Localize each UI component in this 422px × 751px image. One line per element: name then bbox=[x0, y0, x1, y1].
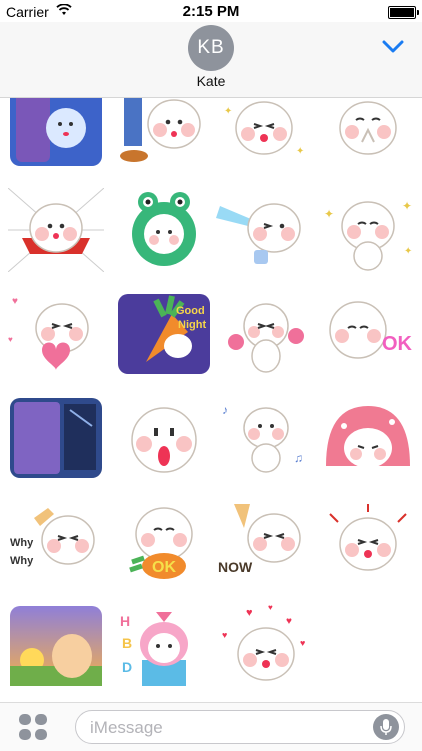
svg-text:♥: ♥ bbox=[8, 335, 13, 344]
sticker-bunny-clapping[interactable] bbox=[320, 98, 416, 168]
sticker-text-now: NOW bbox=[218, 559, 253, 575]
battery-icon bbox=[388, 6, 419, 19]
microphone-button[interactable] bbox=[373, 714, 399, 740]
svg-text:♥: ♥ bbox=[246, 607, 253, 619]
sticker-text-b: B bbox=[122, 635, 132, 651]
sticker-text-d: D bbox=[122, 659, 132, 675]
sticker-grid: ✦ ✦ ✦ ✦ ✦ ♥ ♥ Good Night OK ♪ ♫ Why Why … bbox=[0, 98, 422, 702]
sticker-bunny-ok-carrot[interactable]: OK bbox=[116, 500, 212, 584]
sticker-bunny-sunset[interactable] bbox=[8, 604, 104, 688]
sticker-text-ok-carrot: OK bbox=[152, 559, 176, 576]
svg-text:✦: ✦ bbox=[296, 146, 304, 157]
sticker-bunny-heart[interactable]: ♥ ♥ bbox=[8, 292, 104, 376]
sticker-text-h: H bbox=[120, 613, 130, 629]
sticker-bunny-dancing[interactable]: ♪ ♫ bbox=[216, 396, 312, 480]
status-time: 2:15 PM bbox=[182, 3, 240, 20]
sticker-bunny-ok[interactable]: OK bbox=[320, 292, 416, 376]
svg-text:♥: ♥ bbox=[222, 630, 227, 640]
svg-text:♥: ♥ bbox=[286, 616, 292, 627]
chevron-down-icon[interactable] bbox=[382, 40, 404, 54]
microphone-icon bbox=[380, 719, 392, 735]
sticker-curtain-night[interactable] bbox=[8, 396, 104, 480]
sticker-bunny-shocked[interactable] bbox=[116, 396, 212, 480]
sticker-text-why-2: Why bbox=[10, 555, 34, 567]
sticker-good-night-carrot[interactable]: Good Night bbox=[116, 292, 212, 376]
sticker-bunny-water-spray[interactable] bbox=[216, 188, 312, 272]
imessage-field-container[interactable] bbox=[75, 710, 405, 744]
svg-text:✦: ✦ bbox=[224, 106, 232, 117]
sticker-text-ok: OK bbox=[382, 333, 413, 355]
sticker-bunny-jeans[interactable] bbox=[116, 98, 212, 168]
sticker-bunny-blanket[interactable] bbox=[320, 396, 416, 480]
sticker-bunny-excited[interactable] bbox=[320, 500, 416, 584]
sticker-curtain-window[interactable] bbox=[8, 98, 104, 168]
sticker-text-night: Night bbox=[178, 319, 206, 331]
sticker-bunny-why-bat[interactable]: Why Why bbox=[8, 500, 104, 584]
svg-text:♥: ♥ bbox=[268, 604, 273, 612]
svg-text:✦: ✦ bbox=[404, 246, 412, 257]
sticker-text-why-1: Why bbox=[10, 537, 34, 549]
sticker-bunny-love[interactable]: ♥ ♥ ♥ ♥ ♥ bbox=[216, 604, 312, 688]
apps-grid-icon[interactable] bbox=[18, 713, 48, 741]
contact-name[interactable]: Kate bbox=[0, 73, 422, 89]
avatar[interactable]: KB bbox=[188, 25, 234, 71]
sticker-bunny-now-fan[interactable]: NOW bbox=[216, 500, 312, 584]
conversation-header: KB Kate bbox=[0, 22, 422, 98]
svg-text:♥: ♥ bbox=[300, 638, 305, 648]
sticker-bunny-cheerleader[interactable] bbox=[216, 292, 312, 376]
sticker-bunny-stars[interactable]: ✦ ✦ ✦ bbox=[320, 188, 416, 272]
sticker-bunny-cape[interactable] bbox=[8, 188, 104, 272]
svg-text:✦: ✦ bbox=[324, 207, 334, 221]
sticker-text-good: Good bbox=[176, 305, 205, 317]
svg-text:♪: ♪ bbox=[222, 403, 228, 417]
svg-text:♫: ♫ bbox=[294, 451, 303, 465]
sticker-bunny-sparkle[interactable]: ✦ ✦ bbox=[216, 98, 312, 168]
svg-text:♥: ♥ bbox=[12, 296, 18, 307]
sticker-bunny-hbd-gift[interactable]: H B D bbox=[116, 604, 212, 688]
sticker-bunny-frog-hood[interactable] bbox=[116, 188, 212, 272]
svg-text:✦: ✦ bbox=[402, 199, 412, 213]
message-input-bar bbox=[0, 702, 422, 751]
imessage-input[interactable] bbox=[88, 717, 362, 739]
status-bar: Carrier 2:15 PM bbox=[0, 0, 422, 22]
